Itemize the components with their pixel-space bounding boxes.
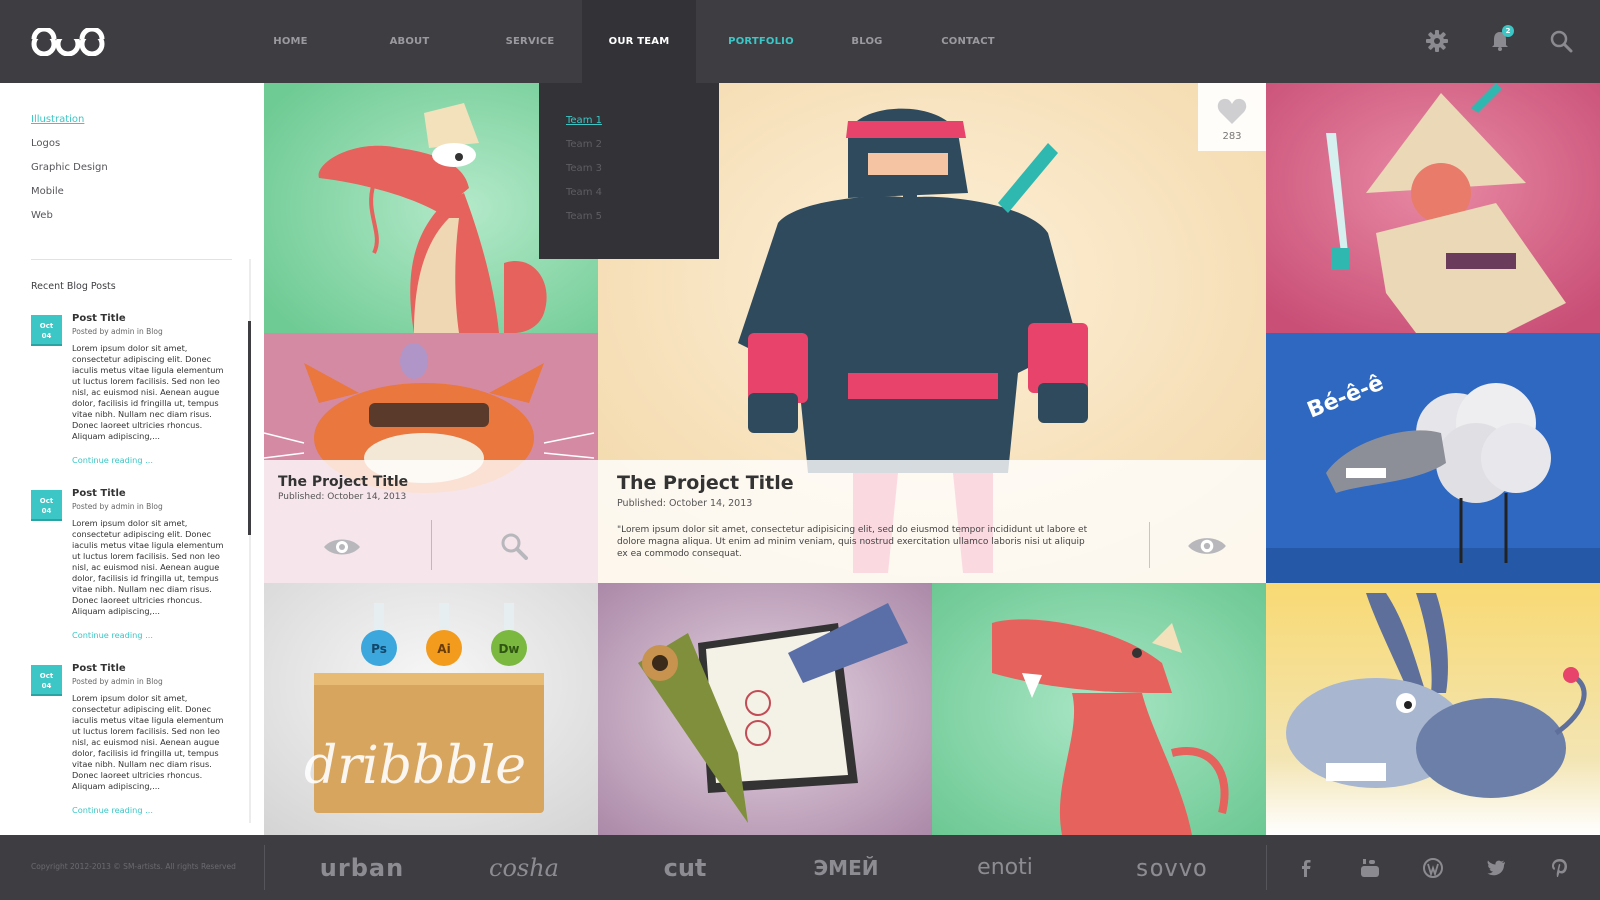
notifications-badge: 2 bbox=[1502, 25, 1514, 37]
nav-about[interactable]: ABOUT bbox=[341, 0, 478, 83]
top-navbar: HOME ABOUT SERVICE OUR TEAM PORTFOLIO BL… bbox=[0, 0, 1600, 83]
main-nav: HOME ABOUT SERVICE OUR TEAM PORTFOLIO BL… bbox=[240, 0, 1028, 83]
category-list: Illustration Logos Graphic Design Mobile… bbox=[31, 113, 108, 233]
client-logo-enoti[interactable]: enoti bbox=[955, 850, 1055, 886]
like-button[interactable]: 283 bbox=[1198, 83, 1266, 151]
featured-project-date: Published: October 14, 2013 bbox=[617, 498, 753, 509]
sidebar: Illustration Logos Graphic Design Mobile… bbox=[0, 83, 264, 835]
project-date: Published: October 14, 2013 bbox=[278, 492, 407, 502]
continue-reading-link[interactable]: Continue reading ... bbox=[72, 805, 153, 815]
nav-contact[interactable]: CONTACT bbox=[908, 0, 1028, 83]
post-date-month: Oct bbox=[39, 322, 54, 330]
like-count: 283 bbox=[1222, 131, 1242, 142]
continue-reading-link[interactable]: Continue reading ... bbox=[72, 455, 153, 465]
nav-blog[interactable]: BLOG bbox=[826, 0, 908, 83]
dropdown-team-3[interactable]: Team 3 bbox=[566, 161, 719, 185]
post-meta: Posted by admin in Blog bbox=[72, 677, 163, 686]
category-web[interactable]: Web bbox=[31, 209, 108, 233]
twitter-icon[interactable] bbox=[1485, 857, 1507, 879]
client-logo-cosha[interactable]: cosha bbox=[474, 850, 574, 886]
nav-portfolio[interactable]: PORTFOLIO bbox=[696, 0, 826, 83]
notifications-button[interactable]: 2 bbox=[1488, 25, 1514, 53]
post-date-badge: Oct 04 bbox=[31, 665, 62, 696]
youtube-icon[interactable] bbox=[1359, 857, 1381, 879]
post-meta: Posted by admin in Blog bbox=[72, 502, 163, 511]
client-logo-urban[interactable]: urban bbox=[312, 850, 412, 886]
post-date-month: Oct bbox=[39, 497, 54, 505]
continue-reading-link[interactable]: Continue reading ... bbox=[72, 630, 153, 640]
post-excerpt: Lorem ipsum dolor sit amet, consectetur … bbox=[72, 693, 224, 791]
our-team-dropdown: Team 1 Team 2 Team 3 Team 4 Team 5 bbox=[539, 83, 719, 259]
featured-project-title[interactable]: The Project Title bbox=[617, 472, 794, 494]
search-icon[interactable] bbox=[1549, 29, 1573, 53]
post-title[interactable]: Post Title bbox=[72, 663, 126, 674]
sheep-illustration: Bé-ê-ê bbox=[1266, 333, 1600, 583]
project-overlay-featured: The Project Title Published: October 14,… bbox=[598, 460, 1266, 583]
category-illustration[interactable]: Illustration bbox=[31, 113, 108, 137]
dribbble-illustration: Ps Ai Dw dribbble bbox=[264, 583, 598, 835]
post-title[interactable]: Post Title bbox=[72, 488, 126, 499]
category-logos[interactable]: Logos bbox=[31, 137, 108, 161]
pinterest-icon[interactable] bbox=[1549, 857, 1571, 879]
gear-icon[interactable] bbox=[1425, 29, 1449, 53]
portfolio-tile-samurai[interactable] bbox=[1266, 83, 1600, 333]
overlay-divider bbox=[1149, 522, 1150, 568]
eye-icon[interactable] bbox=[1186, 534, 1228, 558]
flask-label-ps: Ps bbox=[371, 642, 387, 656]
portfolio-tile-dragon-2[interactable] bbox=[932, 583, 1266, 835]
post-date-badge: Oct 04 bbox=[31, 490, 62, 521]
samurai-illustration bbox=[1266, 83, 1600, 333]
featured-project-excerpt: "Lorem ipsum dolor sit amet, consectetur… bbox=[617, 525, 1088, 559]
footer-divider bbox=[264, 845, 265, 890]
project-overlay-small: The Project Title Published: October 14,… bbox=[264, 460, 598, 583]
heart-icon bbox=[1217, 98, 1247, 124]
flask-label-ai: Ai bbox=[437, 642, 450, 656]
post-date-day: 04 bbox=[41, 682, 52, 690]
post-title[interactable]: Post Title bbox=[72, 313, 126, 324]
post-date-month: Oct bbox=[39, 672, 54, 680]
portfolio-tile-dribbble[interactable]: Ps Ai Dw dribbble bbox=[264, 583, 598, 835]
post-date-day: 04 bbox=[41, 332, 52, 340]
portfolio-tile-donkey[interactable] bbox=[1266, 583, 1600, 835]
dragon-illustration-2 bbox=[932, 583, 1266, 835]
client-logo-cut[interactable]: cut bbox=[635, 850, 735, 886]
portfolio-tile-pencil[interactable] bbox=[598, 583, 932, 835]
dropdown-team-2[interactable]: Team 2 bbox=[566, 137, 719, 161]
nav-service[interactable]: SERVICE bbox=[478, 0, 582, 83]
footer-divider bbox=[1266, 845, 1267, 890]
post-date-badge: Oct 04 bbox=[31, 315, 62, 346]
copyright-text: Copyright 2012-2013 © SM-artists. All ri… bbox=[31, 862, 236, 871]
project-title[interactable]: The Project Title bbox=[278, 474, 408, 490]
nav-home[interactable]: HOME bbox=[240, 0, 341, 83]
post-date-day: 04 bbox=[41, 507, 52, 515]
post-excerpt: Lorem ipsum dolor sit amet, consectetur … bbox=[72, 343, 224, 441]
category-graphic-design[interactable]: Graphic Design bbox=[31, 161, 108, 185]
flask-label-dw: Dw bbox=[498, 642, 519, 656]
donkey-illustration bbox=[1266, 583, 1600, 835]
client-logo-sovvo[interactable]: sovvo bbox=[1116, 850, 1226, 886]
sidebar-divider bbox=[31, 259, 232, 260]
client-logo-emey[interactable]: ЭМЕЙ bbox=[796, 850, 896, 886]
zoom-icon[interactable] bbox=[500, 532, 528, 560]
post-excerpt: Lorem ipsum dolor sit amet, consectetur … bbox=[72, 518, 224, 616]
portfolio-tile-sheep[interactable]: Bé-ê-ê bbox=[1266, 333, 1600, 583]
dropdown-team-5[interactable]: Team 5 bbox=[566, 209, 719, 233]
post-meta: Posted by admin in Blog bbox=[72, 327, 163, 336]
wordpress-icon[interactable] bbox=[1422, 857, 1444, 879]
logo-icon[interactable] bbox=[30, 28, 106, 56]
sidebar-scrollbar[interactable] bbox=[248, 321, 251, 535]
footer: Copyright 2012-2013 © SM-artists. All ri… bbox=[0, 835, 1600, 900]
overlay-divider bbox=[431, 520, 432, 570]
dropdown-team-4[interactable]: Team 4 bbox=[566, 185, 719, 209]
category-mobile[interactable]: Mobile bbox=[31, 185, 108, 209]
recent-posts-heading: Recent Blog Posts bbox=[31, 281, 116, 292]
eye-icon[interactable] bbox=[322, 536, 362, 558]
nav-our-team[interactable]: OUR TEAM bbox=[582, 0, 696, 83]
facebook-icon[interactable] bbox=[1295, 857, 1317, 879]
board-word: dribbble bbox=[304, 736, 526, 796]
pencil-illustration bbox=[598, 583, 932, 835]
dropdown-team-1[interactable]: Team 1 bbox=[566, 113, 719, 137]
